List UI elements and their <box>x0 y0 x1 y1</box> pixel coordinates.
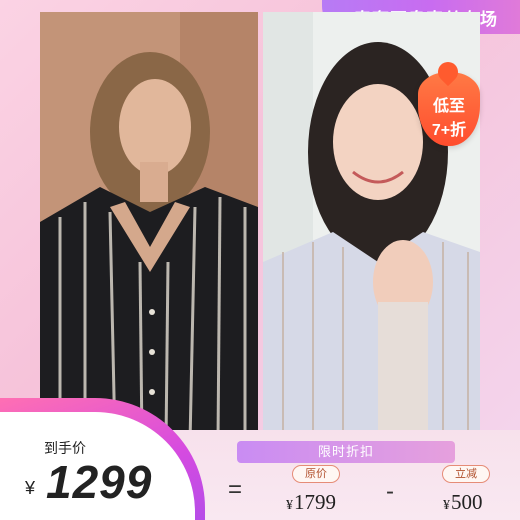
final-price-amount: 1299 <box>46 456 153 508</box>
limited-time-tab: 限时折扣 <box>237 441 455 463</box>
original-price-currency: ¥ <box>286 498 293 513</box>
original-price-pill: 原价 <box>292 465 340 483</box>
original-price-amount: 1799 <box>294 490 336 514</box>
reduction-pill: 立减 <box>442 465 490 483</box>
product-photo-model <box>40 12 258 442</box>
final-price-currency: ¥ <box>25 478 36 498</box>
original-price: ¥1799 <box>286 490 336 515</box>
discount-badge: 低至 7+折 <box>418 57 480 146</box>
reduction-amount: 500 <box>451 490 483 514</box>
badge-line1: 低至 <box>432 98 465 115</box>
reduction-currency: ¥ <box>443 498 450 513</box>
equals-sign: = <box>228 476 243 503</box>
model-illustration <box>40 12 258 442</box>
minus-sign: - <box>386 478 394 505</box>
reduction-price: ¥500 <box>443 490 483 515</box>
badge-line2: 7+折 <box>431 122 467 139</box>
